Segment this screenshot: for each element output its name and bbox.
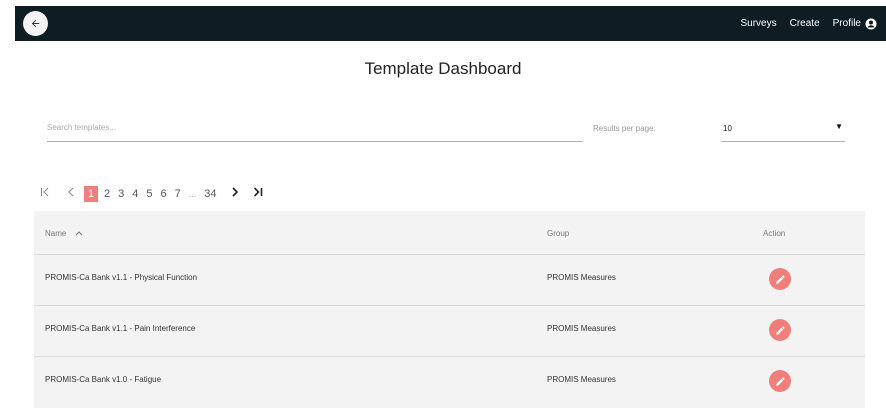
pagination: 1 2 3 4 5 6 7 ... 34	[40, 186, 271, 202]
row-group: PROMIS Measures	[547, 375, 616, 384]
page-number-7[interactable]: 7	[175, 186, 181, 202]
row-group: PROMIS Measures	[547, 324, 616, 333]
results-per-page-label: Results per page:	[593, 124, 656, 133]
row-group: PROMIS Measures	[547, 273, 616, 282]
page-ellipsis: ...	[188, 189, 197, 199]
column-header-group: Group	[547, 229, 570, 238]
column-header-name[interactable]: Name	[45, 229, 83, 238]
arrow-left-icon	[31, 19, 40, 28]
back-button[interactable]	[23, 11, 48, 36]
table-row: PROMIS-Ca Bank v1.0 - Fatigue PROMIS Mea…	[34, 356, 865, 407]
nav-create-link[interactable]: Create	[790, 18, 820, 29]
user-circle-icon	[865, 18, 877, 29]
prev-page-button[interactable]	[67, 186, 75, 202]
next-page-button[interactable]	[231, 186, 239, 202]
edit-button[interactable]	[769, 268, 791, 290]
nav-profile-label: Profile	[832, 18, 861, 29]
page-number-last[interactable]: 34	[204, 186, 216, 202]
caret-down-icon: ▼	[835, 122, 843, 131]
page-number-3[interactable]: 3	[118, 186, 124, 202]
page-number-5[interactable]: 5	[146, 186, 152, 202]
row-name: PROMIS-Ca Bank v1.0 - Fatigue	[45, 375, 162, 384]
nav-surveys-link[interactable]: Surveys	[741, 18, 777, 29]
column-header-name-label: Name	[45, 229, 67, 238]
table-row: PROMIS-Ca Bank v1.1 - Pain Interference …	[34, 305, 865, 356]
search-field	[47, 116, 583, 142]
page-number-2[interactable]: 2	[104, 186, 110, 202]
table-header: Name Group Action	[34, 211, 865, 255]
page-number-1[interactable]: 1	[84, 186, 98, 202]
top-navbar: Surveys Create Profile	[15, 6, 886, 41]
first-page-icon	[41, 187, 49, 197]
nav-menu: Surveys Create Profile	[741, 6, 886, 41]
results-per-page-value: 10	[723, 124, 732, 133]
page-title: Template Dashboard	[364, 59, 522, 78]
templates-table: Name Group Action PROMIS-Ca Bank v1.1 - …	[34, 211, 865, 408]
table-row: PROMIS-Ca Bank v1.1 - Physical Function …	[34, 254, 865, 305]
row-name: PROMIS-Ca Bank v1.1 - Physical Function	[45, 273, 198, 282]
last-page-button[interactable]	[253, 186, 263, 202]
column-header-action: Action	[763, 229, 786, 238]
last-page-icon	[253, 187, 262, 197]
pencil-icon	[775, 325, 785, 335]
page-number-6[interactable]: 6	[161, 186, 167, 202]
chevron-left-icon	[68, 187, 74, 197]
edit-button[interactable]	[769, 319, 791, 341]
sort-ascending-icon	[75, 231, 82, 236]
first-page-button[interactable]	[40, 186, 50, 202]
page-number-4[interactable]: 4	[132, 186, 138, 202]
row-name: PROMIS-Ca Bank v1.1 - Pain Interference	[45, 324, 196, 333]
pencil-icon	[775, 274, 785, 284]
edit-button[interactable]	[769, 370, 791, 392]
results-per-page-select[interactable]: 10 ▼	[721, 116, 845, 142]
nav-profile-link[interactable]: Profile	[833, 18, 877, 30]
chevron-right-icon	[231, 187, 238, 197]
search-input[interactable]	[47, 116, 583, 138]
pencil-icon	[775, 376, 785, 386]
